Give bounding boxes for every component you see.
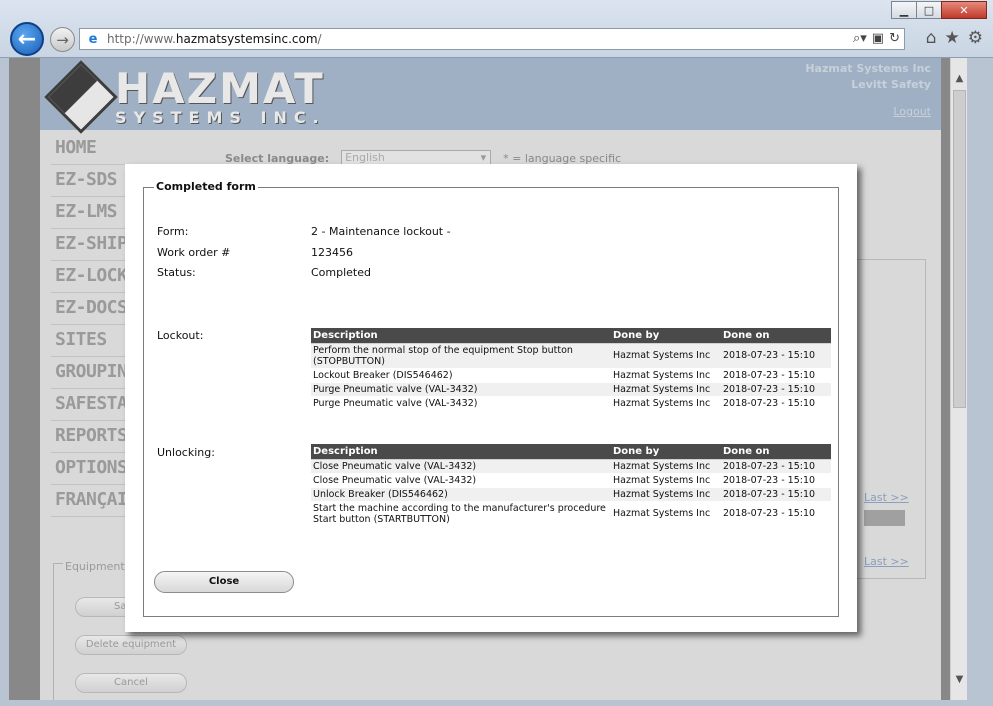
search-icon[interactable]: ⌕▾	[853, 31, 867, 46]
row-done-on: 2018-07-23 - 15:10	[721, 472, 831, 488]
lockout-label: Lockout:	[157, 329, 204, 342]
logo-main-text: HAZMAT	[115, 64, 325, 113]
row-description: Unlock Breaker (DIS546462)	[311, 486, 611, 502]
back-arrow-icon[interactable]: ←	[10, 22, 44, 56]
completed-form-fieldset: Completed form Form: 2 - Maintenance loc…	[143, 180, 839, 617]
address-tools: ⌕▾ ▣ ↻	[853, 31, 900, 46]
url-host: hazmatsystemsinc.com	[175, 32, 318, 46]
row-done-on: 2018-07-23 - 15:10	[721, 458, 831, 474]
status-label: Status:	[157, 266, 196, 279]
lockout-table: Description Done by Done on Perform the …	[311, 328, 831, 411]
table-row: Start the machine according to the manuf…	[311, 500, 831, 527]
settings-gear-icon[interactable]: ⚙	[968, 28, 983, 48]
grid-header-strip	[864, 510, 905, 526]
unlocking-header-row: Description Done by Done on	[311, 444, 831, 459]
work-order-label: Work order #	[157, 246, 231, 259]
url-prefix: http://www.	[107, 32, 176, 46]
row-description: Close Pneumatic valve (VAL-3432)	[311, 472, 611, 488]
row-description: Purge Pneumatic valve (VAL-3432)	[311, 395, 611, 411]
unlocking-label: Unlocking:	[157, 446, 215, 459]
row-done-on: 2018-07-23 - 15:10	[721, 486, 831, 502]
form-value: 2 - Maintenance lockout -	[311, 225, 451, 238]
table-row: Purge Pneumatic valve (VAL-3432) Hazmat …	[311, 395, 831, 411]
row-done-by: Hazmat Systems Inc	[611, 342, 721, 369]
equipment-legend: Equipment	[63, 560, 127, 573]
row-done-by: Hazmat Systems Inc	[611, 472, 721, 488]
minimize-icon[interactable]: ▁	[891, 1, 917, 19]
scroll-up-icon[interactable]: ▲	[951, 70, 967, 87]
language-note: * = language specific	[503, 151, 622, 165]
last-page-link-top[interactable]: Last >>	[864, 491, 909, 504]
row-description: Perform the normal stop of the equipment…	[311, 342, 611, 369]
unlocking-table: Description Done by Done on Close Pneuma…	[311, 444, 831, 527]
row-description: Lockout Breaker (DIS546462)	[311, 367, 611, 383]
completed-form-dialog: Completed form Form: 2 - Maintenance loc…	[125, 164, 857, 632]
company-sub: Levitt Safety	[851, 78, 931, 91]
window-controls: ▁ □ ✕	[891, 1, 987, 19]
close-window-icon[interactable]: ✕	[941, 1, 987, 19]
scroll-thumb[interactable]	[953, 90, 966, 408]
col-done-by: Done by	[611, 328, 721, 343]
table-row: Unlock Breaker (DIS546462) Hazmat System…	[311, 486, 831, 502]
row-description: Start the machine according to the manuf…	[311, 500, 611, 527]
url-suffix: /	[317, 32, 322, 46]
hazmat-logo: HAZMAT SYSTEMS INC.	[44, 60, 326, 134]
table-row: Close Pneumatic valve (VAL-3432) Hazmat …	[311, 472, 831, 488]
cancel-button[interactable]: Cancel	[75, 673, 187, 693]
table-row: Purge Pneumatic valve (VAL-3432) Hazmat …	[311, 381, 831, 397]
row-description: Purge Pneumatic valve (VAL-3432)	[311, 381, 611, 397]
table-row: Close Pneumatic valve (VAL-3432) Hazmat …	[311, 458, 831, 474]
row-done-on: 2018-07-23 - 15:10	[721, 500, 831, 527]
table-row: Lockout Breaker (DIS546462) Hazmat Syste…	[311, 367, 831, 383]
delete-equipment-button[interactable]: Delete equipment	[75, 635, 187, 655]
row-description: Close Pneumatic valve (VAL-3432)	[311, 458, 611, 474]
browser-chrome: ▁ □ ✕ ← → e http://www. hazmatsystemsinc.…	[0, 0, 993, 58]
dialog-title: Completed form	[154, 180, 258, 193]
home-icon[interactable]: ⌂	[926, 28, 937, 48]
col-description: Description	[311, 444, 611, 459]
row-done-by: Hazmat Systems Inc	[611, 486, 721, 502]
address-bar[interactable]: e http://www. hazmatsystemsinc.com / ⌕▾ ▣ …	[79, 28, 905, 50]
lockout-header-row: Description Done by Done on	[311, 328, 831, 343]
row-done-on: 2018-07-23 - 15:10	[721, 381, 831, 397]
row-done-on: 2018-07-23 - 15:10	[721, 395, 831, 411]
row-done-by: Hazmat Systems Inc	[611, 500, 721, 527]
company-name: Hazmat Systems Inc	[805, 62, 931, 75]
select-language-label: Select language:	[225, 151, 330, 165]
vertical-scrollbar[interactable]: ▲ ▼	[950, 58, 967, 700]
col-done-on: Done on	[721, 328, 831, 343]
row-done-on: 2018-07-23 - 15:10	[721, 342, 831, 369]
company-info: Hazmat Systems Inc Levitt Safety	[805, 61, 931, 93]
logout-link[interactable]: Logout	[893, 105, 931, 118]
col-description: Description	[311, 328, 611, 343]
logo-diamond-icon	[44, 60, 118, 134]
row-done-by: Hazmat Systems Inc	[611, 395, 721, 411]
logo-sub-text: SYSTEMS INC.	[115, 108, 326, 127]
forward-arrow-icon[interactable]: →	[50, 27, 75, 52]
row-done-by: Hazmat Systems Inc	[611, 381, 721, 397]
status-value: Completed	[311, 266, 371, 279]
work-order-value: 123456	[311, 246, 353, 259]
last-page-link-bottom[interactable]: Last >>	[864, 555, 909, 568]
compat-icon[interactable]: ▣	[872, 31, 884, 46]
favorites-star-icon[interactable]: ★	[945, 28, 960, 48]
col-done-on: Done on	[721, 444, 831, 459]
scroll-down-icon[interactable]: ▼	[951, 671, 967, 688]
row-done-by: Hazmat Systems Inc	[611, 458, 721, 474]
close-button[interactable]: Close	[154, 571, 294, 593]
ie-logo-icon: e	[88, 31, 98, 47]
form-label: Form:	[157, 225, 189, 238]
nav-item-home[interactable]: HOME	[51, 133, 191, 165]
refresh-icon[interactable]: ↻	[889, 31, 900, 46]
browser-tools: ⌂ ★ ⚙	[926, 28, 983, 48]
maximize-icon[interactable]: □	[916, 1, 942, 19]
row-done-by: Hazmat Systems Inc	[611, 367, 721, 383]
table-row: Perform the normal stop of the equipment…	[311, 342, 831, 369]
col-done-by: Done by	[611, 444, 721, 459]
row-done-on: 2018-07-23 - 15:10	[721, 367, 831, 383]
